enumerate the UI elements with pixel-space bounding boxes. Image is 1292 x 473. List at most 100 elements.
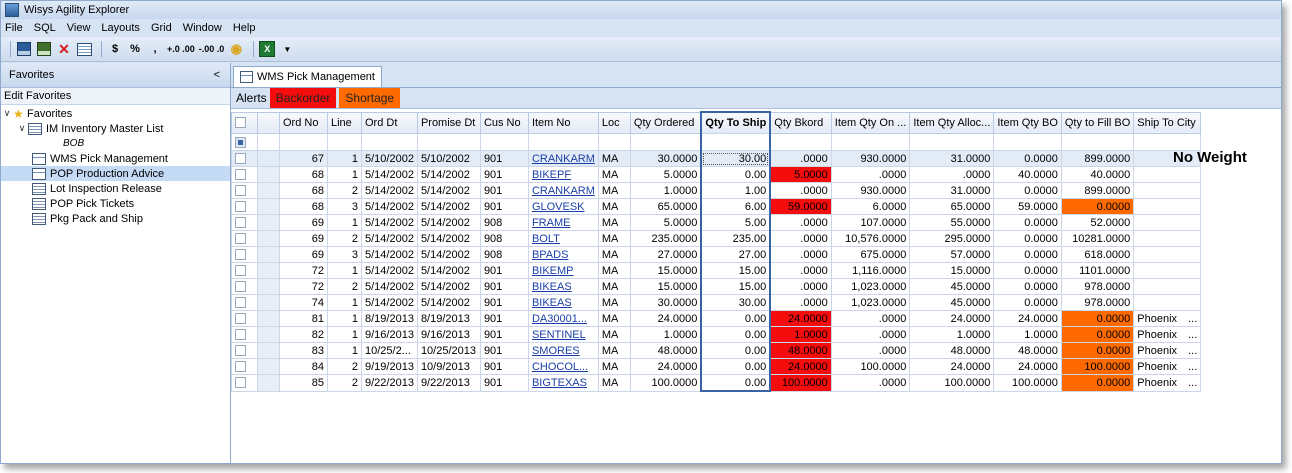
cell-cus-no[interactable]: 908 [479, 214, 529, 231]
cell-qty-bkord[interactable]: 5.0000 [769, 166, 832, 183]
cell-line[interactable]: 1 [327, 342, 362, 359]
cell-cus-no[interactable]: 901 [479, 182, 529, 199]
cell-item-qty-alloc[interactable]: 24.0000 [909, 310, 995, 327]
cell-ord-no[interactable]: 85 [279, 374, 328, 392]
cell-promise-dt[interactable]: 5/14/2002 [416, 198, 481, 215]
cell-line[interactable]: 1 [327, 214, 362, 231]
row-checkbox[interactable] [235, 361, 246, 373]
cell-item-qty-alloc[interactable]: 45.0000 [909, 294, 995, 311]
table-row[interactable]: 72 1 5/14/2002 5/14/2002 901 BIKEMP MA 15.0000 1… [231, 262, 1202, 279]
cell-ord-dt[interactable]: 5/14/2002 [361, 166, 418, 183]
filter-cell[interactable] [1133, 133, 1202, 151]
cell-qty-bkord[interactable]: .0000 [769, 182, 832, 199]
cell-qty-fill-bo[interactable]: 40.0000 [1060, 166, 1135, 183]
cell-item-qty-bo[interactable]: 24.0000 [993, 358, 1062, 375]
tree-item-lot-inspection[interactable]: Lot Inspection Release [1, 181, 230, 196]
increase-decimal-button[interactable]: +.0 .00 [167, 40, 195, 58]
col-header-qty-to-ship[interactable]: Qty To Ship [700, 111, 772, 134]
cell-item-qty-alloc[interactable]: 100.0000 [909, 374, 995, 392]
cell-qty-ordered[interactable]: 235.0000 [629, 230, 702, 247]
cell-line[interactable]: 1 [327, 294, 362, 311]
col-header-ord-no[interactable]: Ord No [279, 111, 328, 134]
cell-ord-no[interactable]: 83 [279, 342, 328, 359]
menu-grid[interactable]: Grid [151, 22, 172, 34]
col-header-item-no[interactable]: Item No [527, 111, 599, 134]
cell-ship-to-city[interactable] [1133, 230, 1202, 247]
cell-item-qty-alloc[interactable]: 31.0000 [909, 182, 995, 199]
excel-dropdown-icon[interactable]: ▼ [279, 40, 295, 58]
cell-item-qty-on[interactable]: 100.0000 [830, 358, 911, 375]
cell-line[interactable]: 1 [327, 166, 362, 183]
cell-line[interactable]: 3 [327, 246, 362, 263]
filter-cell[interactable] [700, 133, 772, 151]
cell-qty-to-ship[interactable]: 30.00 [700, 150, 772, 167]
table-row[interactable]: 81 1 8/19/2013 8/19/2013 901 DA30001... MA 24.0… [231, 310, 1202, 327]
cell-line[interactable]: 2 [327, 182, 362, 199]
cell-qty-fill-bo[interactable]: 978.0000 [1060, 278, 1135, 295]
col-header-item-qty-on[interactable]: Item Qty On ... [830, 111, 911, 134]
tree-root-favorites[interactable]: ∨ ★ Favorites [1, 106, 230, 121]
cell-item-qty-bo[interactable]: 24.0000 [993, 310, 1062, 327]
table-row[interactable]: 74 1 5/14/2002 5/14/2002 901 BIKEAS MA 30.0000 3… [231, 294, 1202, 311]
cell-ord-dt[interactable]: 5/14/2002 [361, 182, 418, 199]
cell-item-qty-on[interactable]: .0000 [830, 374, 911, 392]
cell-ord-dt[interactable]: 9/19/2013 [361, 358, 418, 375]
filter-cell[interactable] [629, 133, 702, 151]
cell-qty-ordered[interactable]: 1.0000 [629, 182, 702, 199]
cell-item-qty-on[interactable]: .0000 [830, 342, 911, 359]
ellipsis-button[interactable]: ... [1188, 361, 1197, 373]
cell-qty-bkord[interactable]: .0000 [769, 246, 832, 263]
cell-loc[interactable]: MA [597, 326, 631, 343]
cell-qty-to-ship[interactable]: 15.00 [700, 262, 772, 279]
cell-item-qty-bo[interactable]: 59.0000 [993, 198, 1062, 215]
cell-ord-dt[interactable]: 5/14/2002 [361, 246, 418, 263]
cell-qty-to-ship[interactable]: 15.00 [700, 278, 772, 295]
cell-ship-to-city[interactable] [1133, 294, 1202, 311]
lock-button[interactable]: ◉ [228, 40, 244, 58]
cell-qty-ordered[interactable]: 48.0000 [629, 342, 702, 359]
cell-promise-dt[interactable]: 5/14/2002 [416, 230, 481, 247]
cell-qty-fill-bo[interactable]: 0.0000 [1060, 374, 1135, 392]
cell-item-qty-alloc[interactable]: .0000 [909, 166, 995, 183]
cell-cus-no[interactable]: 901 [479, 358, 529, 375]
table-row[interactable]: 68 1 5/14/2002 5/14/2002 901 BIKEPF MA 5.0000 0.… [231, 166, 1202, 183]
col-header-item-qty-alloc[interactable]: Item Qty Alloc... [909, 111, 995, 134]
cell-line[interactable]: 1 [327, 150, 362, 167]
row-checkbox[interactable] [235, 313, 246, 325]
filter-cell[interactable] [993, 133, 1062, 151]
filter-cell[interactable] [769, 133, 832, 151]
percent-button[interactable]: % [127, 40, 143, 58]
cell-item-qty-on[interactable]: 1,116.0000 [830, 262, 911, 279]
cell-qty-bkord[interactable]: 24.0000 [769, 358, 832, 375]
cell-qty-bkord[interactable]: .0000 [769, 262, 832, 279]
menu-file[interactable]: File [5, 22, 23, 34]
tree-item-pkg-pack-ship[interactable]: Pkg Pack and Ship [1, 211, 230, 226]
cell-qty-to-ship[interactable]: 0.00 [700, 342, 772, 359]
cell-item-qty-on[interactable]: .0000 [830, 326, 911, 343]
row-checkbox-cell[interactable] [231, 326, 258, 343]
cell-cus-no[interactable]: 901 [479, 166, 529, 183]
cell-ord-no[interactable]: 81 [279, 310, 328, 327]
row-checkbox[interactable] [235, 329, 246, 341]
cell-loc[interactable]: MA [597, 246, 631, 263]
cell-item-qty-alloc[interactable]: 45.0000 [909, 278, 995, 295]
cell-qty-to-ship[interactable]: 27.00 [700, 246, 772, 263]
cell-qty-fill-bo[interactable]: 978.0000 [1060, 294, 1135, 311]
cell-ord-no[interactable]: 69 [279, 230, 328, 247]
cell-line[interactable]: 1 [327, 310, 362, 327]
cell-cus-no[interactable]: 901 [479, 374, 529, 392]
delete-button[interactable]: ✕ [56, 40, 72, 58]
row-checkbox-cell[interactable] [231, 150, 258, 167]
cell-qty-fill-bo[interactable]: 618.0000 [1060, 246, 1135, 263]
cell-item-qty-bo[interactable]: 0.0000 [993, 214, 1062, 231]
cell-item-no[interactable]: GLOVESK [527, 198, 599, 215]
cell-item-qty-alloc[interactable]: 1.0000 [909, 326, 995, 343]
cell-qty-ordered[interactable]: 15.0000 [629, 278, 702, 295]
cell-ship-to-city[interactable]: Phoenix... [1133, 358, 1202, 375]
cell-cus-no[interactable]: 901 [479, 342, 529, 359]
backorder-alert-button[interactable]: Backorder [269, 88, 337, 108]
row-checkbox-cell[interactable] [231, 374, 258, 392]
menu-view[interactable]: View [67, 22, 91, 34]
cell-qty-fill-bo[interactable]: 52.0000 [1060, 214, 1135, 231]
filter-row[interactable] [231, 133, 1202, 151]
